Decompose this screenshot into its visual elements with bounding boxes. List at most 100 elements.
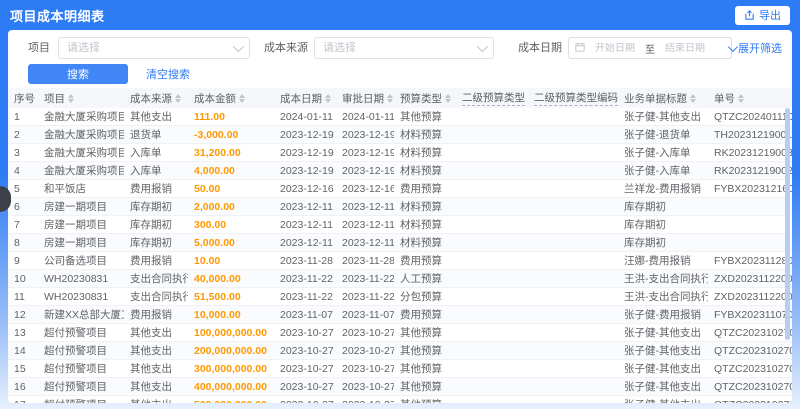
column-label: 业务单据标题	[624, 92, 687, 105]
column-header-doc_title[interactable]: 业务单据标题	[618, 91, 708, 106]
cell-cost_date: 2023-10-27	[280, 380, 334, 393]
table-row: 6 房建一期项目 库存期初 2,000.00 2023-12-11 2023-12-11 材…	[8, 198, 792, 216]
cell-project: 超付预警项目	[38, 397, 124, 403]
cell-source: 入库单	[130, 165, 162, 177]
column-header-budget_type[interactable]: 预算类型	[394, 91, 456, 106]
column-header-sub_budget_type[interactable]: 二级预算类型	[456, 90, 528, 106]
end-date-input[interactable]	[659, 42, 711, 54]
search-button[interactable]: 搜索	[28, 64, 128, 84]
cost-date-range-picker[interactable]: 至	[568, 37, 732, 59]
table-row: 3 金融大厦采购项目 入库单 31,200.00 2023-12-19 2023-12-1…	[8, 144, 792, 162]
column-label: 二级预算类型	[462, 92, 525, 106]
column-label: 成本来源	[130, 92, 172, 105]
page-title: 项目成本明细表	[10, 8, 105, 24]
sort-caret-icon[interactable]	[68, 93, 74, 103]
cell-budget_type: 人工预算	[400, 273, 442, 285]
cell-amount: 400,000,000.00	[194, 380, 267, 393]
column-header-amount[interactable]: 成本金额	[188, 91, 274, 106]
column-header-source[interactable]: 成本来源	[124, 91, 188, 106]
cell-doc_no: FYBX20231107001	[714, 308, 792, 321]
column-label: 预算类型	[400, 92, 442, 105]
cell-amount: 300.00	[194, 218, 227, 231]
clear-search-link[interactable]: 清空搜索	[146, 66, 190, 82]
filter-bar: 项目 成本来源 成本日期 至 展开筛选	[8, 36, 792, 60]
cell-budget_type: 材料预算	[400, 147, 442, 159]
cell-project: 房建一期项目	[44, 219, 107, 231]
vertical-scrollbar[interactable]	[785, 108, 790, 340]
table-row: 9 公司备选项目 费用报销 10.00 2023-11-28 2023-11-28 费用预算…	[8, 252, 792, 270]
column-label: 项目	[44, 92, 65, 105]
action-bar: 搜索 清空搜索	[28, 64, 190, 84]
cell-doc_no: QTZC20240111001	[714, 110, 792, 123]
cell-index: 5	[14, 182, 20, 195]
cell-cost_date: 2023-11-22	[280, 272, 333, 285]
cell-doc_title: 张子健-其他支出	[624, 327, 701, 339]
cell-index: 2	[14, 128, 20, 141]
cell-doc_title: 张子健-其他支出	[618, 397, 708, 403]
sort-caret-icon[interactable]	[387, 93, 393, 103]
cell-amount: 5,000.00	[194, 236, 235, 249]
column-header-cost_date[interactable]: 成本日期	[274, 91, 336, 106]
expand-filters-link[interactable]: 展开筛选	[727, 36, 782, 60]
chevron-down-icon	[232, 40, 245, 53]
cell-budget_type: 其他预算	[400, 111, 442, 123]
cell-doc_no: FYBX20231216001	[714, 182, 792, 195]
cost-source-select-input[interactable]	[323, 42, 477, 54]
cell-doc_no: QTZC20231027002	[714, 362, 792, 375]
cell-project: 房建一期项目	[44, 237, 107, 249]
cell-cost_date: 2023-12-16	[280, 182, 334, 195]
sort-caret-icon[interactable]	[445, 93, 451, 103]
export-button[interactable]: 导出	[735, 5, 790, 25]
cell-approve_date: 2023-11-28	[342, 254, 394, 267]
cell-approve_date: 2024-01-11	[342, 110, 394, 123]
sort-caret-icon[interactable]	[738, 93, 744, 103]
column-label: 单号	[714, 92, 735, 105]
cell-approve_date: 2023-10-27	[342, 380, 394, 393]
sort-caret-icon[interactable]	[175, 93, 181, 103]
table-row: 4 金融大厦采购项目 入库单 4,000.00 2023-12-19 2023-12-19…	[8, 162, 792, 180]
cell-index: 8	[14, 236, 20, 249]
cell-approve_date: 2023-11-22	[342, 272, 394, 285]
cost-source-select[interactable]	[314, 37, 494, 59]
sort-caret-icon[interactable]	[239, 93, 245, 103]
cell-source: 退货单	[130, 129, 162, 141]
cell-cost_date: 2023-10-27	[274, 399, 336, 404]
cell-budget_type: 分包预算	[400, 291, 442, 303]
column-header-doc_no[interactable]: 单号	[708, 91, 792, 106]
cell-budget_type: 材料预算	[400, 165, 442, 177]
project-select[interactable]	[58, 37, 250, 59]
column-header-approve_date[interactable]: 审批日期	[336, 91, 394, 106]
start-date-input[interactable]	[589, 42, 641, 54]
cell-doc_no: QTZC20231027002	[714, 380, 792, 393]
cell-project: 公司备选项目	[44, 255, 107, 267]
cell-budget_type: 材料预算	[400, 201, 442, 213]
cell-project: WH20230831	[44, 290, 109, 303]
expand-filters-label: 展开筛选	[738, 43, 782, 55]
date-filter-label: 成本日期	[518, 42, 562, 54]
cell-project: 房建一期项目	[44, 201, 107, 213]
cell-amount: 51,500.00	[194, 290, 241, 303]
cell-doc_no: QTZC20231027002	[714, 326, 792, 339]
cell-index: 12	[14, 308, 26, 321]
calendar-icon	[575, 39, 585, 57]
cell-approve_date: 2023-10-27	[342, 326, 394, 339]
column-label: 序号	[14, 92, 35, 105]
cell-source: 费用报销	[130, 183, 172, 195]
sort-caret-icon[interactable]	[325, 93, 331, 103]
cell-budget_type: 材料预算	[400, 129, 442, 141]
cell-doc_title: 王洪-支出合同执行	[624, 273, 708, 285]
project-select-input[interactable]	[67, 42, 233, 54]
sort-caret-icon[interactable]	[690, 93, 696, 103]
cell-source: 其他支出	[130, 381, 172, 393]
cell-cost_date: 2023-10-27	[280, 362, 334, 375]
cell-doc_title: 张子健-其他支出	[624, 381, 701, 393]
cell-doc_no: QTZC20231027002	[714, 344, 792, 357]
table-row: 11 WH20230831 支出合同执行 51,500.00 2023-11-22 202…	[8, 288, 792, 306]
cell-index: 13	[14, 326, 26, 339]
table-row: 12 新建XX总部大厦工程二期费用报销 10,000.00 2023-11-07 202…	[8, 306, 792, 324]
cell-doc_no: TH20231219001	[714, 128, 792, 141]
cell-approve_date: 2023-10-27	[336, 399, 394, 404]
cell-source: 费用报销	[130, 255, 172, 267]
column-header-sub_budget_code[interactable]: 二级预算类型编码	[528, 90, 618, 106]
column-header-project[interactable]: 项目	[38, 91, 124, 106]
